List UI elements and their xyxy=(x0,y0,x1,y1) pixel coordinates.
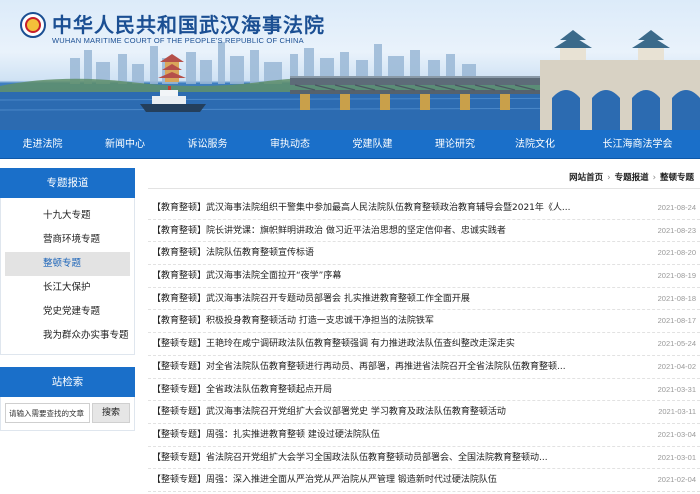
nav-item-party[interactable]: 党建队建 xyxy=(330,130,415,159)
article-date: 2021-08-19 xyxy=(657,271,696,281)
article-title[interactable]: 【教育整顿】积极投身教育整顿活动 打造一支忠诚干净担当的法院铁军 xyxy=(152,310,648,332)
article-title[interactable]: 【教育整顿】院长讲党课：旗帜鲜明讲政治 做习近平法治思想的坚定信仰者、忠诚实践者 xyxy=(152,220,648,242)
list-item[interactable]: 【教育整顿】武汉海事法院全面拉开“夜学”序幕 2021-08-19 xyxy=(148,265,700,288)
article-date: 2021-03-31 xyxy=(657,384,696,394)
article-date: 2021-03-04 xyxy=(657,429,696,439)
main-nav: 走进法院 新闻中心 诉讼服务 审执动态 党建队建 理论研究 法院文化 长江海商法… xyxy=(0,130,700,159)
article-date: 2021-04-02 xyxy=(657,361,696,371)
article-date: 2021-08-20 xyxy=(657,248,696,258)
sidebar-list: 十九大专题 营商环境专题 整顿专题 长江大保护 党史党建专题 我为群众办实事专题 xyxy=(0,198,135,355)
article-title[interactable]: 【整顿专题】全省政法队伍教育整顿起点开局 xyxy=(152,379,648,401)
site-search-box: 搜索 xyxy=(0,397,135,431)
article-title[interactable]: 【整顿专题】周强：扎实推进教育整顿 建设过硬法院队伍 xyxy=(152,424,648,446)
site-subtitle: WUHAN MARITIME COURT OF THE PEOPLE'S REP… xyxy=(52,36,304,45)
list-item[interactable]: 【整顿专题】全省政法队伍教育整顿起点开局 2021-03-31 xyxy=(148,379,700,402)
list-item[interactable]: 【教育整顿】武汉海事法院召开专题动员部署会 扎实推进教育整顿工作全面开展 2021… xyxy=(148,288,700,311)
article-list: 【教育整顿】武汉海事法院组织干警集中参加最高人民法院队伍教育整顿政治教育辅导会暨… xyxy=(148,197,700,492)
site-search-title: 站检索 xyxy=(0,367,135,397)
article-title[interactable]: 【整顿专题】对全省法院队伍教育整顿进行再动员、再部署，再推进省法院召开全省法院队… xyxy=(152,356,648,378)
article-date: 2021-08-17 xyxy=(657,316,696,326)
sidebar-item-yangtze[interactable]: 长江大保护 xyxy=(5,276,130,300)
list-item[interactable]: 【整顿专题】省法院召开党组扩大会学习全国政法队伍教育整顿动员部署会、全国法院教育… xyxy=(148,447,700,470)
article-title[interactable]: 【教育整顿】法院队伍教育整顿宣传标语 xyxy=(152,242,648,264)
list-item[interactable]: 【整顿专题】王艳玲在咸宁调研政法队伍教育整顿强调 有力推进政法队伍查纠整改走深走… xyxy=(148,333,700,356)
nav-item-about[interactable]: 走进法院 xyxy=(0,130,85,159)
article-title[interactable]: 【整顿专题】武汉海事法院召开党组扩大会议部署党史 学习教育及政法队伍教育整顿活动 xyxy=(152,401,648,423)
sidebar-item-party-history[interactable]: 党史党建专题 xyxy=(5,300,130,324)
article-date: 2021-02-04 xyxy=(657,475,696,485)
site-title: 中华人民共和国武汉海事法院 xyxy=(52,13,325,37)
article-title[interactable]: 【教育整顿】武汉海事法院组织干警集中参加最高人民法院队伍教育整顿政治教育辅导会暨… xyxy=(152,197,648,219)
list-item[interactable]: 【整顿专题】周强：扎实推进教育整顿 建设过硬法院队伍 2021-03-04 xyxy=(148,424,700,447)
nav-item-research[interactable]: 理论研究 xyxy=(415,130,495,159)
list-item[interactable]: 【教育整顿】武汉海事法院组织干警集中参加最高人民法院队伍教育整顿政治教育辅导会暨… xyxy=(148,197,700,220)
sidebar-item-business-env[interactable]: 营商环境专题 xyxy=(5,228,130,252)
article-title[interactable]: 【整顿专题】周强：深入推进全面从严治党从严治院从严管理 锻造新时代过硬法院队伍 xyxy=(152,469,648,491)
article-title[interactable]: 【整顿专题】省法院召开党组扩大会学习全国政法队伍教育整顿动员部署会、全国法院教育… xyxy=(152,447,648,469)
header-banner: 中华人民共和国武汉海事法院 WUHAN MARITIME COURT OF TH… xyxy=(0,0,700,130)
sidebar-item-19th-congress[interactable]: 十九大专题 xyxy=(5,204,130,228)
article-date: 2021-05-24 xyxy=(657,339,696,349)
nav-item-society[interactable]: 长江海商法学会 xyxy=(575,130,700,159)
article-date: 2021-08-18 xyxy=(657,293,696,303)
article-date: 2021-03-01 xyxy=(657,452,696,462)
breadcrumb-separator-icon: › xyxy=(607,173,611,183)
article-date: 2021-03-11 xyxy=(658,407,696,417)
nav-item-trials[interactable]: 审执动态 xyxy=(250,130,330,159)
list-item[interactable]: 【整顿专题】对全省法院队伍教育整顿进行再动员、再部署，再推进省法院召开全省法院队… xyxy=(148,356,700,379)
sidebar-section-title: 专题报道 xyxy=(0,168,135,198)
nav-item-litigation[interactable]: 诉讼服务 xyxy=(165,130,250,159)
list-item[interactable]: 【教育整顿】院长讲党课：旗帜鲜明讲政治 做习近平法治思想的坚定信仰者、忠诚实践者… xyxy=(148,220,700,243)
breadcrumb-current: 整顿专题 xyxy=(659,173,694,183)
list-item[interactable]: 【整顿专题】周强：深入推进全面从严治党从严治院从严管理 锻造新时代过硬法院队伍 2… xyxy=(148,469,700,492)
list-item[interactable]: 【整顿专题】武汉海事法院召开党组扩大会议部署党史 学习教育及政法队伍教育整顿活动… xyxy=(148,401,700,424)
breadcrumb-separator-icon: › xyxy=(652,173,656,183)
list-item[interactable]: 【教育整顿】法院队伍教育整顿宣传标语 2021-08-20 xyxy=(148,242,700,266)
list-item[interactable]: 【教育整顿】积极投身教育整顿活动 打造一支忠诚干净担当的法院铁军 2021-08-… xyxy=(148,310,700,334)
breadcrumb-topics[interactable]: 专题报道 xyxy=(615,173,649,183)
breadcrumb-home[interactable]: 网站首页 xyxy=(569,173,603,183)
court-emblem-icon xyxy=(20,12,46,38)
article-date: 2021-08-24 xyxy=(657,203,696,212)
sidebar-item-service[interactable]: 我为群众办实事专题 xyxy=(5,324,130,348)
breadcrumb: 网站首页 › 专题报道 › 整顿专题 xyxy=(148,168,700,189)
article-title[interactable]: 【整顿专题】王艳玲在咸宁调研政法队伍教育整顿强调 有力推进政法队伍查纠整改走深走… xyxy=(152,333,648,355)
article-date: 2021-08-23 xyxy=(657,225,696,235)
search-input[interactable] xyxy=(5,403,90,423)
search-button[interactable]: 搜索 xyxy=(92,403,130,423)
nav-item-culture[interactable]: 法院文化 xyxy=(495,130,575,159)
article-title[interactable]: 【教育整顿】武汉海事法院全面拉开“夜学”序幕 xyxy=(152,265,648,287)
main-content: 网站首页 › 专题报道 › 整顿专题 【教育整顿】武汉海事法院组织干警集中参加最高人民法… xyxy=(148,168,700,492)
sidebar-item-rectification[interactable]: 整顿专题 xyxy=(5,252,130,276)
sidebar: 专题报道 十九大专题 营商环境专题 整顿专题 长江大保护 党史党建专题 我为群众… xyxy=(0,168,135,431)
nav-item-news[interactable]: 新闻中心 xyxy=(85,130,165,159)
article-title[interactable]: 【教育整顿】武汉海事法院召开专题动员部署会 扎实推进教育整顿工作全面开展 xyxy=(152,288,648,310)
